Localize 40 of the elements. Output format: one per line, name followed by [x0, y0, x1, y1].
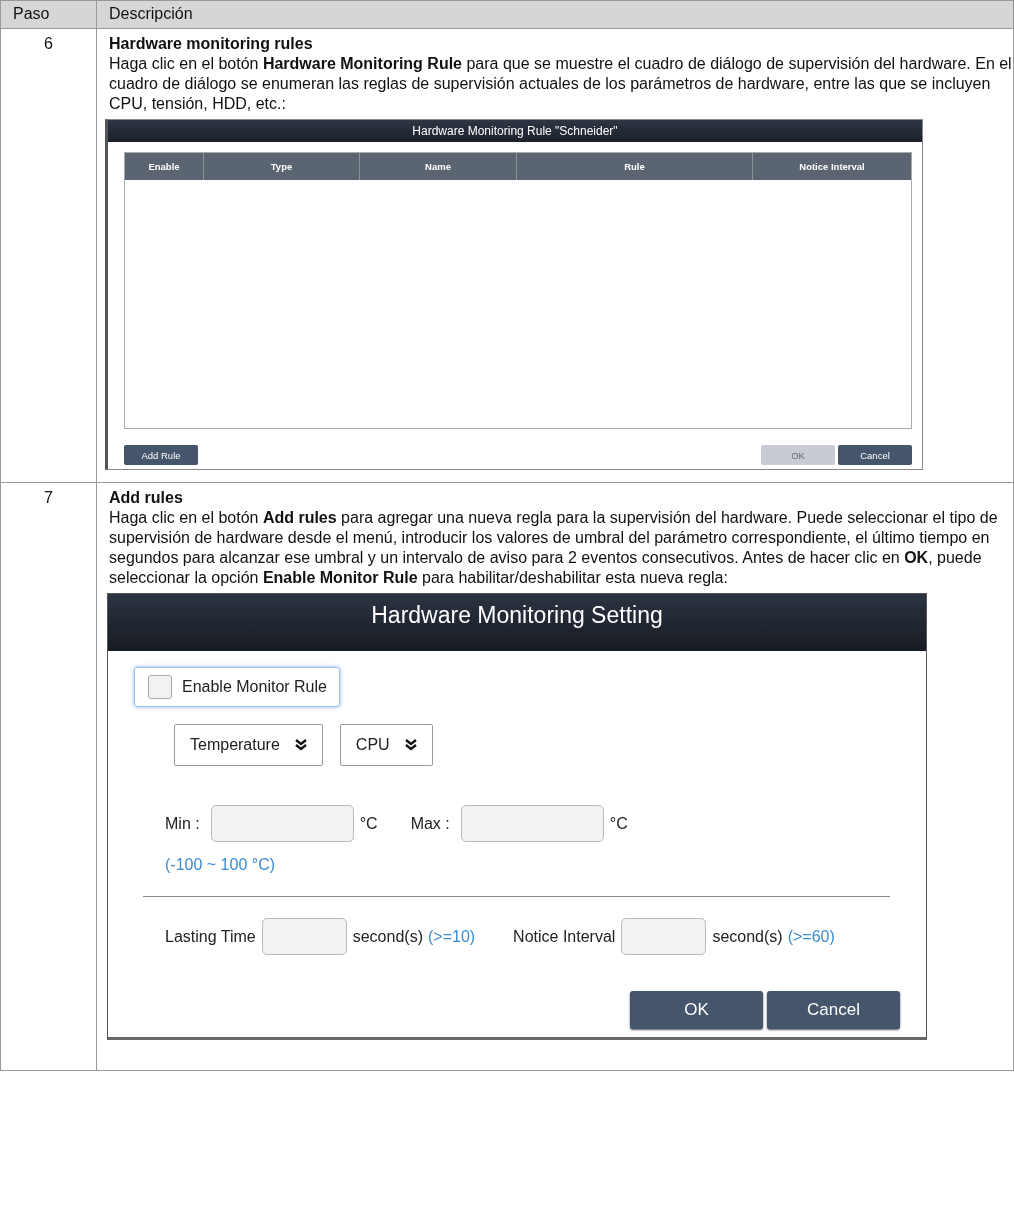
- column-header[interactable]: Enable: [125, 153, 203, 180]
- min-input-field[interactable]: [210, 805, 354, 842]
- notice-interval-label: Notice Interval: [513, 926, 616, 947]
- step-description: Haga clic en el botón Add rules para agregar una nueva regla para la supervisión del hardware. Puede seleccionar el tipo de supervisión de hardware desde el menú, introducir los valores de umbral del parámetro correspondiente, el último tiempo en segundos para alcanzar ese umbral y un intervalo de aviso para 2 eventos consecutivos. Antes de hacer clic en OK, puede seleccionar la opción Enable Monitor Rule para habilitar/deshabilitar esta nueva regla:: [109, 508, 999, 588]
- dialog-button[interactable]: Cancel: [838, 445, 912, 465]
- add-rule-button[interactable]: Add Rule: [124, 445, 198, 465]
- unit-label: °C: [359, 813, 378, 834]
- unit-label: °C: [609, 813, 628, 834]
- dialog-title-bar: Hardware Monitoring Setting: [108, 594, 926, 651]
- lasting-time-label: Lasting Time: [165, 926, 256, 947]
- min-label: Min :: [165, 813, 200, 834]
- dialog-button[interactable]: Cancel: [767, 991, 900, 1029]
- dialog-title-bar: Hardware Monitoring Rule "Schneider": [108, 120, 922, 142]
- step-title: Hardware monitoring rules: [109, 34, 314, 54]
- dropdown[interactable]: Temperature: [174, 724, 323, 766]
- column-header: Descripción: [97, 1, 1014, 29]
- dropdown[interactable]: CPU: [339, 724, 433, 766]
- enable-checkbox[interactable]: Enable Monitor Rule: [134, 667, 340, 707]
- checkbox[interactable]: [148, 675, 172, 699]
- step-number: 6: [44, 35, 53, 52]
- unit-label: second(s): [712, 926, 783, 947]
- dialog-button[interactable]: OK: [630, 991, 763, 1029]
- minimum-hint: (>=60): [787, 926, 835, 947]
- unit-label: second(s): [352, 926, 423, 947]
- column-header[interactable]: Name: [359, 153, 516, 180]
- column-header[interactable]: Notice Interval: [752, 153, 911, 180]
- double-chevron-icon: [293, 739, 308, 751]
- lasting-time-field[interactable]: [261, 918, 347, 955]
- step-number: 7: [44, 489, 53, 506]
- max-label: Max :: [410, 813, 450, 834]
- notice-interval-field[interactable]: [621, 918, 707, 955]
- step-title: Add rules: [109, 488, 184, 508]
- range-hint: (-100 ~ 100 °C): [165, 855, 276, 875]
- column-header[interactable]: Type: [203, 153, 359, 180]
- column-header: Paso: [1, 1, 97, 29]
- step-description: Haga clic en el botón Hardware Monitoring Rule para que se muestre el cuadro de diálogo de supervisión del hardware. En el cuadro de diálogo se enumeran las reglas de supervisión actuales de los parámetros de hardware, entre las que se incluyen CPU, tensión, HDD, etc.:: [109, 54, 1013, 114]
- max-input-field[interactable]: [460, 805, 604, 842]
- column-header[interactable]: Rule: [516, 153, 752, 180]
- double-chevron-icon: [403, 739, 418, 751]
- minimum-hint: (>=10): [427, 926, 476, 947]
